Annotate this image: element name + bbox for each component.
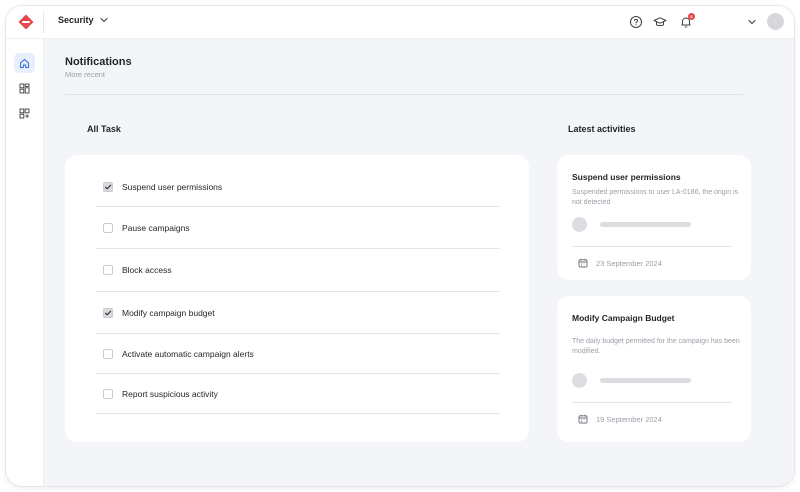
brand-logo[interactable] [18,14,34,30]
account-menu-chevron-icon[interactable] [745,15,759,29]
activity-divider [572,402,732,403]
workspace-label: Security [58,15,94,25]
activity-text-placeholder [600,222,691,227]
workspace-selector[interactable]: Security [58,15,108,25]
activity-text-placeholder [600,378,691,383]
sidebar-item-home[interactable] [14,53,35,73]
calendar-icon [578,414,588,424]
activity-card[interactable]: Modify Campaign Budget The daily budget … [557,296,751,442]
notification-badge: 6 [688,13,695,20]
task-list-card: Suspend user permissions Pause campaigns… [65,155,529,442]
task-label: Report suspicious activity [122,388,218,399]
task-checkbox[interactable] [103,307,113,318]
page-title: Notifications [65,56,132,68]
home-icon [19,58,30,69]
task-label: Suspend user permissions [122,182,223,192]
task-item[interactable]: Block access [96,249,500,292]
activity-description: The daily budget permitted for the campa… [572,338,740,355]
activity-divider [572,246,732,247]
add-widget-icon [19,108,30,119]
task-checkbox[interactable] [103,348,113,359]
activity-title: Modify Campaign Budget [572,313,675,323]
activity-description: Suspended permissions to user LA-0186, t… [572,189,739,206]
task-label: Activate automatic campaign alerts [122,348,254,359]
page-divider [65,94,743,95]
sidebar-item-add-widget[interactable] [14,103,35,123]
task-item[interactable]: Activate automatic campaign alerts [96,334,500,374]
task-item[interactable]: Suspend user permissions [96,168,500,207]
chevron-down-icon [99,16,108,24]
app-window: Security 6 Notifications More recent All… [6,6,794,486]
task-label: Modify campaign budget [122,307,215,318]
activity-date-text: 23 September 2024 [596,258,662,268]
top-bar: Security 6 [6,6,794,39]
task-item[interactable]: Pause campaigns [96,207,500,249]
sidebar [6,39,44,486]
task-checkbox[interactable] [103,388,113,399]
task-checkbox[interactable] [103,265,113,275]
task-label: Block access [122,265,172,275]
help-icon[interactable] [629,15,643,29]
task-checkbox[interactable] [103,222,113,233]
activity-date-text: 19 September 2024 [596,414,662,424]
task-item[interactable]: Report suspicious activity [96,374,500,414]
graduation-cap-icon[interactable] [653,15,667,29]
activity-avatar-placeholder [572,373,587,388]
task-label: Pause campaigns [122,222,190,233]
sidebar-item-dashboard[interactable] [14,78,35,98]
activity-avatar-placeholder [572,217,587,232]
task-checkbox[interactable] [103,182,113,192]
task-item[interactable]: Modify campaign budget [96,292,500,334]
tasks-section-title: All Task [87,124,121,134]
activity-date: 19 September 2024 [578,414,662,424]
activities-section-title: Latest activities [568,124,636,134]
topbar-divider [43,11,44,33]
calendar-icon [578,258,588,268]
activity-title: Suspend user permissions [572,172,681,182]
activity-date: 23 September 2024 [578,258,662,268]
page-subtitle: More recent [65,70,106,79]
dashboard-grid-icon [19,83,30,94]
avatar[interactable] [767,13,784,30]
activity-card[interactable]: Suspend user permissions Suspended permi… [557,155,751,280]
